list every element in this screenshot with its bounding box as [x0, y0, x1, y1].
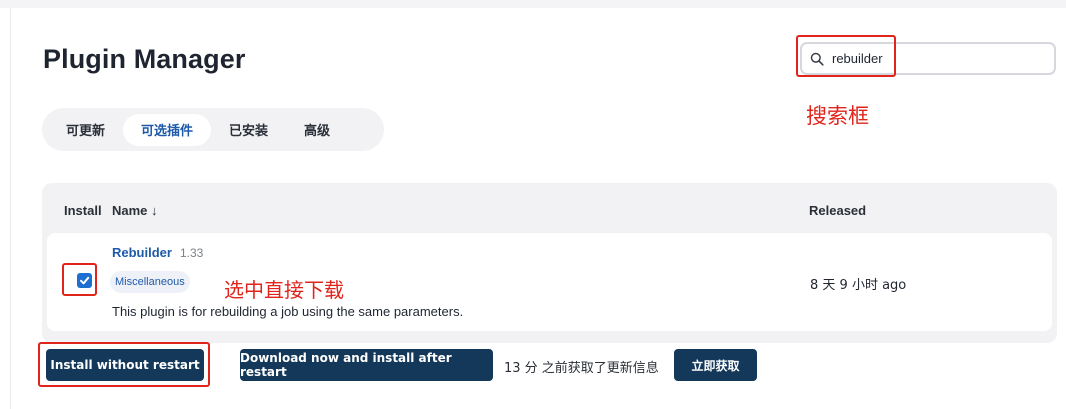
tab-advanced[interactable]: 高级 — [286, 114, 348, 146]
checkmark-icon — [80, 276, 90, 285]
install-checkbox[interactable] — [77, 273, 92, 288]
top-strip — [0, 0, 1066, 8]
left-divider — [10, 8, 11, 409]
table-row: Rebuilder 1.33 Miscellaneous This plugin… — [47, 233, 1052, 331]
tab-available[interactable]: 可选插件 — [123, 113, 212, 146]
header-released[interactable]: Released — [809, 203, 866, 218]
checkbox-annotation-label: 选中直接下载 — [224, 278, 344, 302]
plugin-name-link[interactable]: Rebuilder — [112, 245, 172, 260]
install-without-restart-button[interactable]: Install without restart — [46, 349, 204, 381]
search-annotation-label: 搜索框 — [806, 104, 869, 128]
plugin-table: Install Name ↓ Released Rebuilder 1.33 M… — [42, 183, 1057, 343]
tab-installed[interactable]: 已安装 — [211, 114, 286, 146]
search-input[interactable]: rebuilder — [800, 42, 1056, 75]
plugin-description: This plugin is for rebuilding a job usin… — [112, 304, 464, 319]
fetch-now-button[interactable]: 立即获取 — [674, 349, 757, 381]
plugin-version: 1.33 — [180, 246, 204, 260]
plugin-tabs: 可更新 可选插件 已安装 高级 — [42, 108, 384, 151]
category-tag[interactable]: Miscellaneous — [110, 271, 190, 293]
search-value: rebuilder — [832, 51, 883, 66]
download-install-after-restart-button[interactable]: Download now and install after restart — [240, 349, 493, 381]
page: Plugin Manager rebuilder 搜索框 可更新 可选插件 已安… — [0, 8, 1066, 409]
header-name[interactable]: Name ↓ — [112, 203, 158, 218]
page-title: Plugin Manager — [43, 44, 246, 74]
search-icon — [810, 52, 824, 66]
update-info-text: 13 分 之前获取了更新信息 — [504, 361, 659, 376]
released-value: 8 天 9 小时 ago — [810, 278, 907, 293]
tab-updates[interactable]: 可更新 — [48, 114, 123, 146]
header-install: Install — [64, 203, 102, 218]
